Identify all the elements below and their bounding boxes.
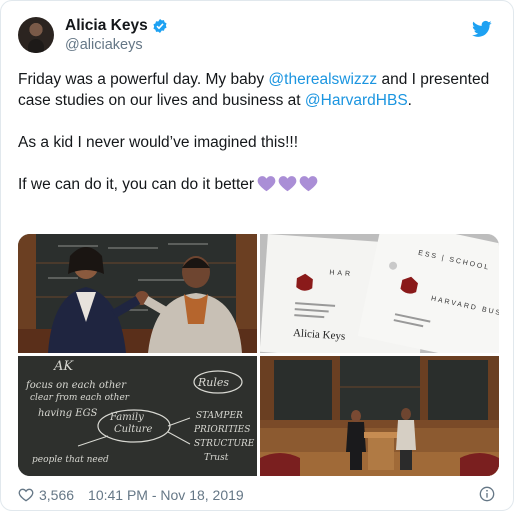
tweet-text-fragment: . <box>407 92 412 109</box>
chalk-having: having EGS <box>38 408 98 419</box>
tweet-paragraph-3: If we can do it, you can do it better <box>18 174 493 195</box>
photo-3[interactable]: AK focus on each other clear from each o… <box>18 356 257 476</box>
tweet-text-fragment: If we can do it, you can do it better <box>18 176 255 193</box>
author-handle[interactable]: @aliciakeys <box>65 37 168 53</box>
tweet-footer: 3,566 10:41 PM - Nov 18, 2019 <box>18 485 497 505</box>
purple-heart-icon <box>278 176 297 192</box>
chalk-stamp: STAMPER <box>196 411 243 421</box>
chalk-what-need: people that need <box>32 455 109 465</box>
tweet-text-fragment: Friday was a powerful day. My baby <box>18 71 269 88</box>
photo-1[interactable] <box>18 234 257 353</box>
purple-heart-icon <box>299 176 318 192</box>
tweet-text: Friday was a powerful day. My baby @ther… <box>18 69 493 195</box>
verified-badge-icon <box>153 19 167 33</box>
chalk-clear: clear from each other <box>30 393 130 403</box>
tweet-card[interactable]: Alicia Keys @aliciakeys Friday was a pow… <box>0 0 514 511</box>
photo-2[interactable]: HAR Alicia Keys ESS | SCHOOL HARVARD BUS <box>260 234 499 353</box>
avatar[interactable] <box>18 17 54 53</box>
photo-4[interactable] <box>260 356 499 476</box>
author-names[interactable]: Alicia Keys @aliciakeys <box>65 17 168 53</box>
tweet-paragraph-1: Friday was a powerful day. My baby @ther… <box>18 69 493 111</box>
chalk-structure: STRUCTURE <box>194 439 255 449</box>
media-grid: HAR Alicia Keys ESS | SCHOOL HARVARD BUS <box>18 234 499 476</box>
mention-harvardhbs-link[interactable]: @HarvardHBS <box>305 92 408 109</box>
chalk-family: Family <box>109 412 144 423</box>
chalk-trust: Trust <box>204 453 229 463</box>
author-display-name[interactable]: Alicia Keys <box>65 17 148 35</box>
photo-2-image: HAR Alicia Keys ESS | SCHOOL HARVARD BUS <box>260 234 499 353</box>
photo-4-image <box>260 356 499 476</box>
heart-emojis <box>257 175 318 192</box>
chalk-focus: focus on each other <box>25 380 127 391</box>
chalk-rules: Rules <box>197 376 229 389</box>
chalk-priorities: PRIORITIES <box>193 425 250 435</box>
photo-3-image: AK focus on each other clear from each o… <box>18 356 257 476</box>
like-count[interactable]: 3,566 <box>39 487 74 503</box>
twitter-bird-icon[interactable] <box>471 19 493 39</box>
heart-outline-icon[interactable] <box>18 487 34 503</box>
tweet-header: Alicia Keys @aliciakeys <box>18 17 497 59</box>
tweet-paragraph-2: As a kid I never would’ve imagined this!… <box>18 134 298 151</box>
chalk-ak: AK <box>53 359 74 374</box>
mention-therealswizzz-link[interactable]: @therealswizzz <box>268 71 377 88</box>
photo-1-image <box>18 234 257 353</box>
tweet-timestamp[interactable]: 10:41 PM - Nov 18, 2019 <box>88 487 244 503</box>
chalk-culture: Culture <box>114 424 153 435</box>
purple-heart-icon <box>257 176 276 192</box>
info-icon[interactable] <box>479 486 495 502</box>
